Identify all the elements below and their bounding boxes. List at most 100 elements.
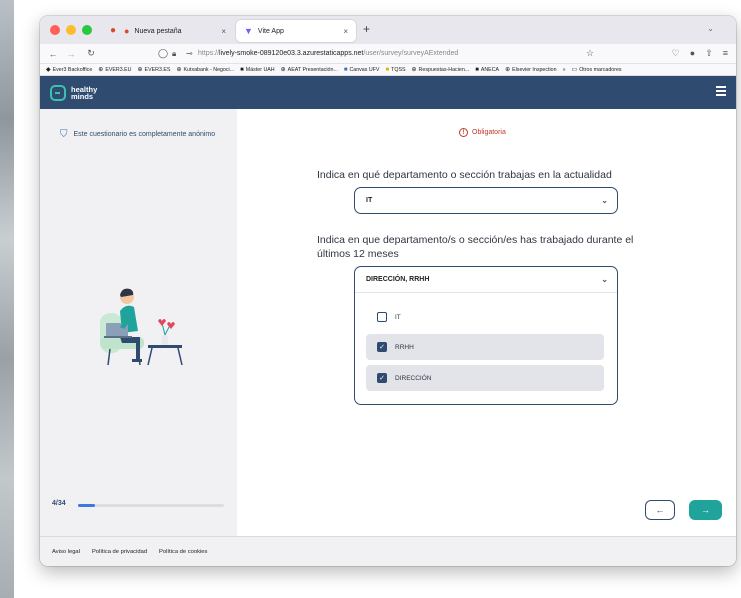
bookmark-item[interactable]: ⊕ Respuestas-Hacien... bbox=[411, 66, 470, 74]
bookmark-label: TQSS bbox=[391, 66, 406, 73]
option-rrhh[interactable]: ✓ RRHH bbox=[366, 334, 604, 360]
question-1-text: Indica en qué departamento o sección tra… bbox=[317, 169, 612, 181]
globe-icon: ⊕ bbox=[411, 67, 417, 73]
url-path: /user/survey/surveyAExtended bbox=[363, 50, 459, 57]
reload-icon[interactable]: ↻ bbox=[84, 48, 98, 59]
bookmark-label: EVER3.EU bbox=[105, 66, 132, 73]
bookmark-item[interactable]: ■ TQSS bbox=[385, 67, 405, 73]
option-label: IT bbox=[395, 313, 401, 321]
checkbox-unchecked[interactable] bbox=[377, 312, 387, 322]
bookmark-item[interactable]: ■ Máster UAH bbox=[240, 67, 274, 73]
hamburger-menu-icon[interactable] bbox=[716, 86, 726, 98]
key-icon: ⊸ bbox=[186, 49, 193, 58]
browser-window: ● ● Nueva pestaña × ▼ Vite App × + ⌄ ← →… bbox=[40, 16, 736, 566]
extension-icon[interactable]: ● bbox=[690, 48, 695, 59]
bookmark-item[interactable]: ⊕ Elsevier Inspection bbox=[505, 66, 557, 74]
required-label: Obligatoria bbox=[472, 129, 506, 136]
healthy-minds-logo[interactable]: healthy minds bbox=[50, 84, 101, 101]
bookmark-item[interactable]: ⊕ AEAT Presentación... bbox=[281, 66, 338, 74]
multiselect-header[interactable]: DIRECCIÓN, RRHH ⌄ bbox=[355, 267, 617, 293]
desktop-background bbox=[0, 0, 14, 598]
tab-bar: ● ● Nueva pestaña × ▼ Vite App × + ⌄ bbox=[40, 16, 736, 44]
firefox-icon: ● bbox=[124, 26, 130, 36]
logo-text: healthy minds bbox=[71, 85, 101, 100]
maximize-window-button[interactable] bbox=[82, 25, 92, 35]
page-footer: Aviso legal Política de privacidad Polít… bbox=[40, 536, 736, 566]
arrow-left-icon: ← bbox=[655, 505, 665, 515]
app-header: healthy minds bbox=[40, 76, 736, 109]
globe-icon: ⊕ bbox=[98, 67, 104, 73]
previous-button[interactable]: ← bbox=[645, 500, 675, 520]
alert-icon: ! bbox=[459, 128, 468, 137]
minimize-window-button[interactable] bbox=[66, 25, 76, 35]
bookmark-label: Respuestas-Hacien... bbox=[418, 66, 470, 73]
bookmark-item[interactable]: ⊕ EVER3.ES bbox=[137, 66, 171, 74]
progress-bar-fill bbox=[78, 504, 96, 507]
footer-link-legal[interactable]: Aviso legal bbox=[52, 549, 80, 555]
next-button[interactable]: → bbox=[689, 500, 722, 520]
globe-icon: ⊕ bbox=[137, 67, 143, 73]
footer-link-cookies[interactable]: Política de cookies bbox=[159, 549, 207, 555]
menu-icon[interactable]: ≡ bbox=[723, 48, 728, 59]
tab-list-chevron-icon[interactable]: ⌄ bbox=[707, 24, 714, 33]
share-icon[interactable]: ⇧ bbox=[705, 48, 713, 59]
close-window-button[interactable] bbox=[50, 25, 60, 35]
arrow-right-icon: → bbox=[701, 505, 710, 515]
new-tab-button[interactable]: + bbox=[363, 22, 370, 36]
bookmark-item[interactable]: ⊕ Kutxabank - Negoci... bbox=[176, 66, 235, 74]
globe-icon: ⊕ bbox=[505, 67, 511, 73]
bookmark-item[interactable]: ◆ Ever3 Backoffice bbox=[46, 66, 93, 74]
option-it[interactable]: IT bbox=[366, 304, 604, 330]
vite-icon: ▼ bbox=[244, 26, 253, 36]
pocket-icon[interactable]: ♡ bbox=[672, 48, 680, 59]
address-bar[interactable]: https://lively-smoke-089120e03.3.azurest… bbox=[198, 50, 458, 57]
toolbar-icons: ♡ ● ⇧ ≡ bbox=[672, 48, 728, 59]
bookmark-item[interactable]: ⊕ EVER3.EU bbox=[98, 66, 132, 74]
close-tab-icon[interactable]: × bbox=[221, 27, 226, 36]
navigation-bar: ← → ↻ ◯ 🔒︎ ⊸ https://lively-smoke-089120… bbox=[40, 44, 736, 64]
globe-icon: ⊕ bbox=[176, 67, 182, 73]
option-direccion[interactable]: ✓ DIRECCIÓN bbox=[366, 365, 604, 391]
back-arrow-icon[interactable]: ← bbox=[46, 49, 60, 59]
close-tab-icon[interactable]: × bbox=[343, 27, 348, 36]
tab-vite-app[interactable]: ▼ Vite App × bbox=[236, 20, 356, 42]
lock-icon[interactable]: 🔒︎ bbox=[172, 49, 176, 59]
bookmark-item[interactable]: ■ Canvas UFV bbox=[344, 67, 380, 73]
site-icon: ◆ bbox=[46, 67, 51, 73]
shield-icon[interactable]: ◯ bbox=[158, 48, 168, 59]
site-icon: ■ bbox=[475, 66, 479, 73]
checkbox-checked[interactable]: ✓ bbox=[377, 373, 387, 383]
incognito-icon: ⛉ bbox=[60, 129, 68, 140]
bookmarks-bar: ◆ Ever3 Backoffice ⊕ EVER3.EU ⊕ EVER3.ES ⊕ K… bbox=[40, 64, 736, 76]
bookmark-label: Ever3 Backoffice bbox=[52, 66, 93, 73]
site-icon: ■ bbox=[240, 66, 244, 73]
option-label: DIRECCIÓN bbox=[395, 374, 432, 382]
bookmark-star-icon[interactable]: ☆ bbox=[586, 48, 594, 59]
department-current-select[interactable]: IT ⌄ bbox=[354, 187, 618, 214]
option-label: RRHH bbox=[395, 343, 414, 351]
progress-label: 4/34 bbox=[52, 500, 66, 507]
bookmark-label: EVER3.ES bbox=[144, 66, 171, 73]
other-bookmarks-folder[interactable]: ▭ Otros marcadores bbox=[572, 66, 622, 74]
anonymous-notice: ⛉ Este cuestionario es completamente anó… bbox=[60, 129, 215, 140]
bookmark-label: ANECA bbox=[480, 66, 500, 73]
tab-label: Vite App bbox=[257, 27, 284, 35]
forward-arrow-icon[interactable]: → bbox=[64, 49, 78, 59]
window-controls bbox=[50, 25, 92, 35]
select-value: IT bbox=[366, 197, 373, 204]
footer-link-privacy[interactable]: Política de privacidad bbox=[92, 549, 147, 555]
tab-nueva-pestana[interactable]: ● Nueva pestaña × bbox=[116, 20, 234, 42]
bookmark-label: Kutxabank - Negoci... bbox=[183, 66, 235, 73]
url-prefix: https:// bbox=[198, 50, 220, 57]
anonymous-notice-text: Este cuestionario es completamente anóni… bbox=[73, 131, 216, 138]
bookmark-label: Canvas UFV bbox=[349, 66, 380, 73]
survey-content: ⛉ Este cuestionario es completamente anó… bbox=[40, 109, 736, 536]
bookmark-item[interactable]: ■ ANECA bbox=[475, 67, 499, 73]
checkbox-checked[interactable]: ✓ bbox=[377, 342, 387, 352]
progress-bar bbox=[78, 504, 224, 507]
bookmarks-overflow-button[interactable]: » bbox=[563, 67, 566, 73]
chevron-down-icon: ⌄ bbox=[601, 275, 608, 284]
url-host: lively-smoke-089120e03.3.azurestaticapps… bbox=[219, 50, 364, 57]
department-history-multiselect[interactable]: DIRECCIÓN, RRHH ⌄ IT ✓ RRHH ✓ DIRECCIÓN bbox=[354, 266, 618, 405]
select-value: DIRECCIÓN, RRHH bbox=[366, 276, 430, 283]
